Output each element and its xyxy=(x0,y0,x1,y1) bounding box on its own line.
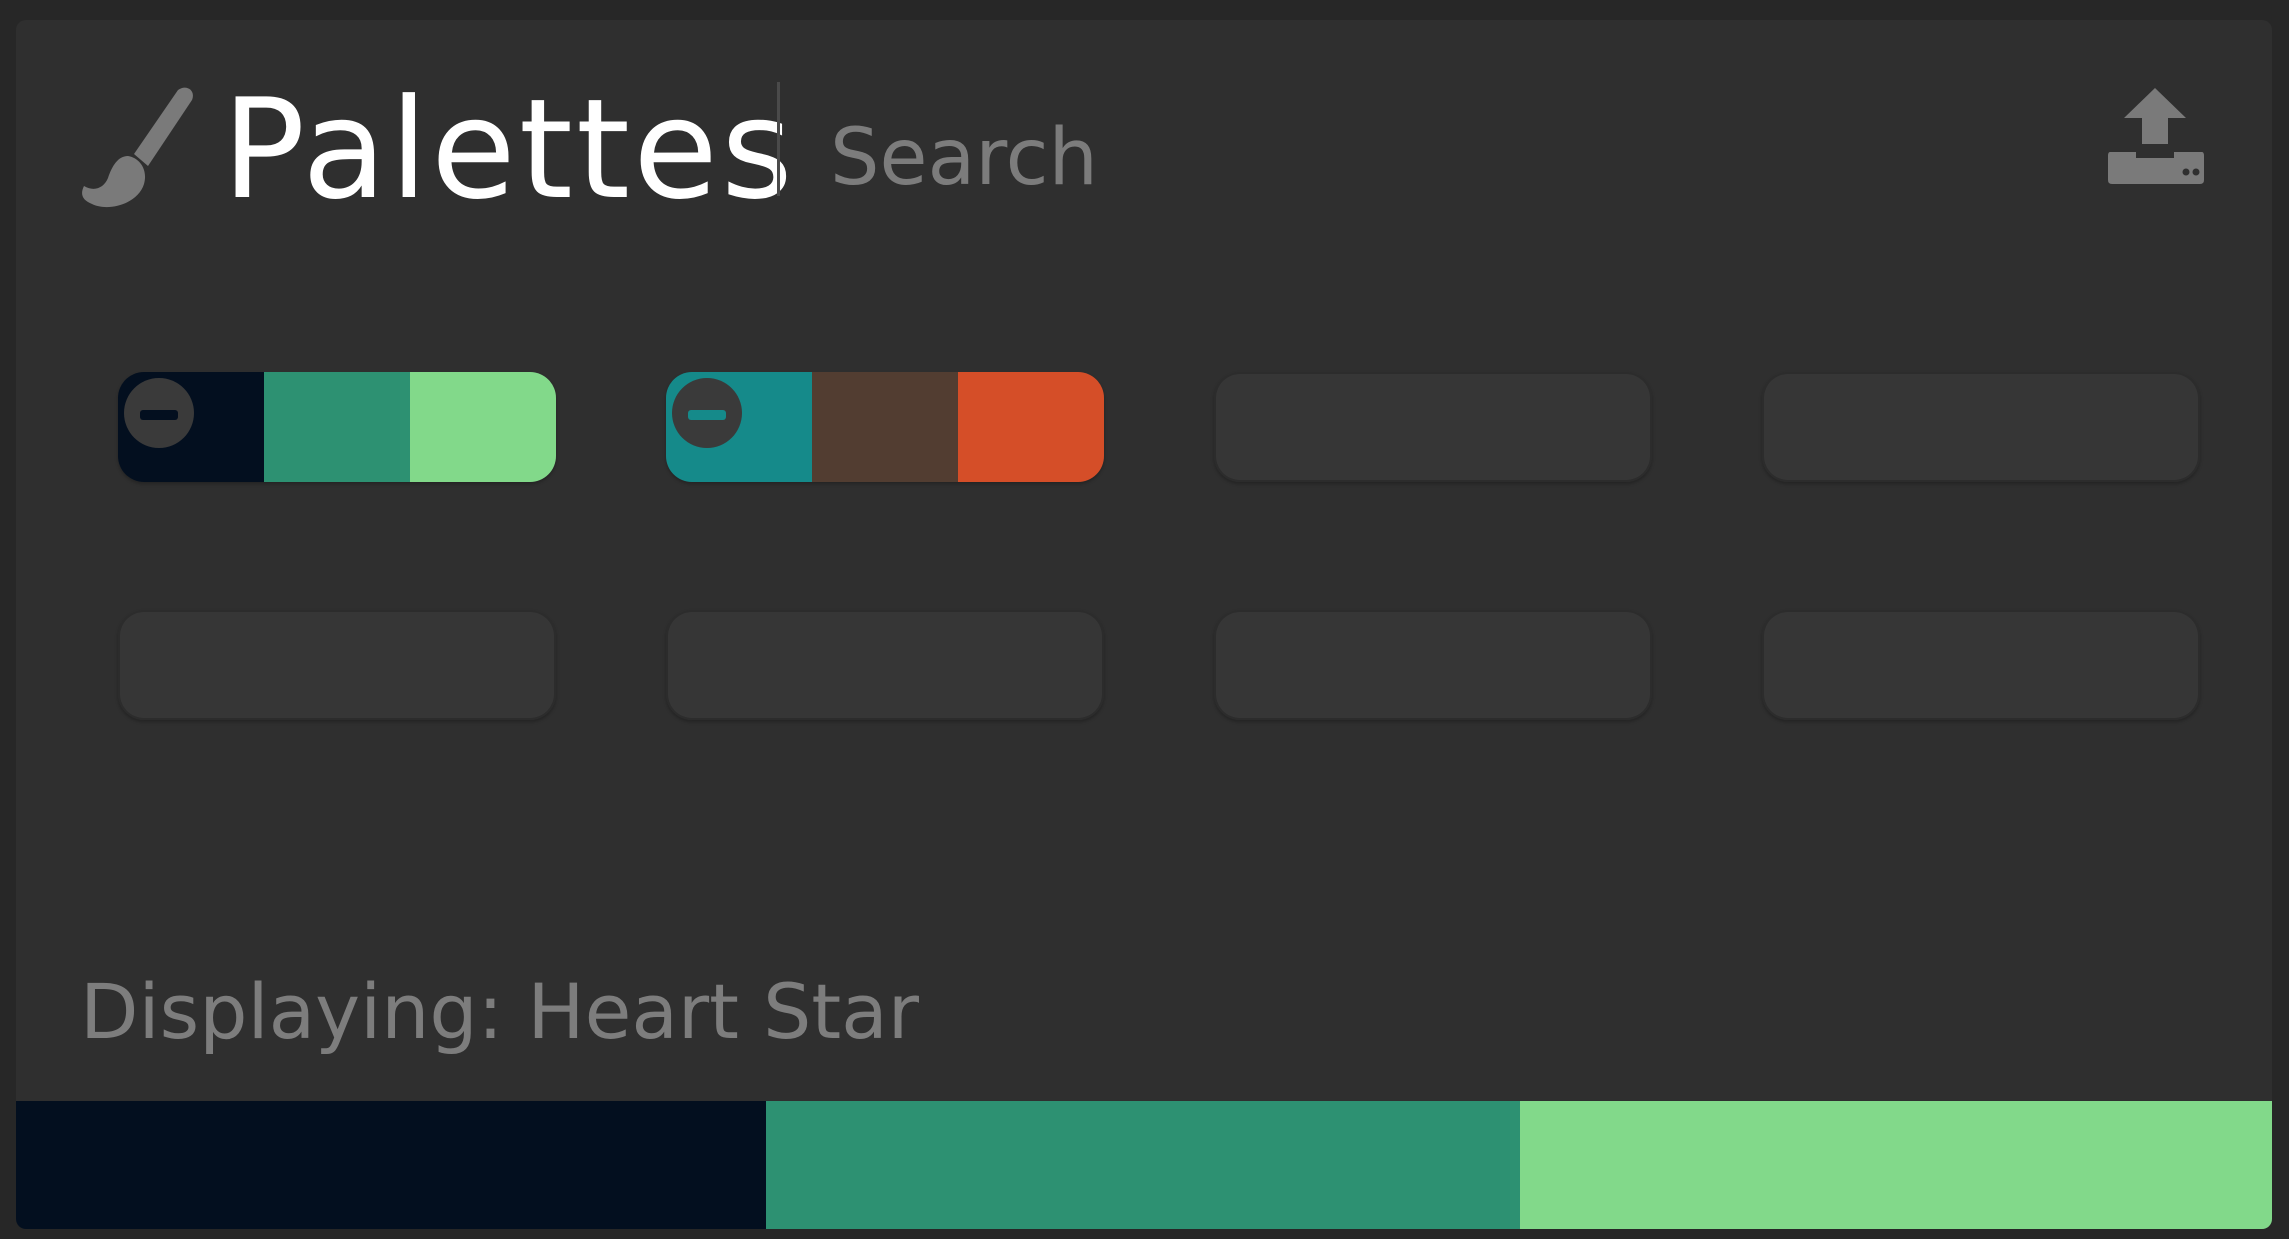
preview-swatch xyxy=(766,1101,1520,1229)
palette-slot-heart-star[interactable] xyxy=(118,372,556,482)
preview-swatch xyxy=(1520,1101,2272,1229)
minus-icon xyxy=(140,410,178,420)
palette-swatch xyxy=(410,372,556,482)
palette-swatch xyxy=(812,372,958,482)
paintbrush-icon xyxy=(82,87,193,208)
search-input[interactable] xyxy=(830,108,1350,208)
empty-palette-slot[interactable] xyxy=(666,610,1104,720)
preview-swatch xyxy=(16,1101,766,1229)
title-divider xyxy=(777,82,780,196)
empty-palette-slot[interactable] xyxy=(118,610,556,720)
empty-palette-slot[interactable] xyxy=(1762,372,2200,482)
remove-palette-button[interactable] xyxy=(672,378,742,448)
displaying-status: Displaying: Heart Star xyxy=(80,967,919,1056)
empty-palette-slot[interactable] xyxy=(1214,610,1652,720)
empty-palette-slot[interactable] xyxy=(1762,610,2200,720)
upload-icon[interactable] xyxy=(2106,84,2206,204)
header: Palettes xyxy=(16,20,2272,230)
palette-grid xyxy=(102,352,2202,752)
remove-palette-button[interactable] xyxy=(124,378,194,448)
palette-preview-bar xyxy=(16,1101,2272,1229)
empty-palette-slot[interactable] xyxy=(1214,372,1652,482)
palette-swatch xyxy=(264,372,410,482)
minus-icon xyxy=(688,410,726,420)
page-title: Palettes xyxy=(222,69,796,230)
palettes-panel: Palettes Search Displaying: Heart Star xyxy=(16,20,2272,1229)
palette-swatch xyxy=(958,372,1104,482)
palette-slot-2[interactable] xyxy=(666,372,1104,482)
